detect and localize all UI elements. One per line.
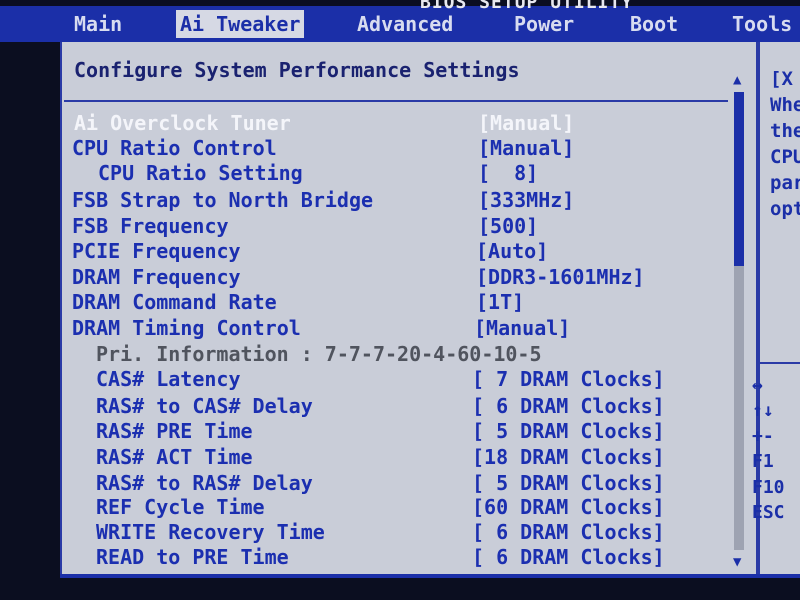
tab-power[interactable]: Power: [514, 10, 574, 38]
help-text-line: opt: [770, 198, 800, 220]
setting-label: READ to PRE Time: [96, 545, 289, 569]
setting-label: RAS# ACT Time: [96, 445, 253, 469]
setting-value[interactable]: [ 7 DRAM Clocks]: [472, 367, 665, 391]
scroll-up-arrow-icon[interactable]: ▲: [733, 72, 741, 88]
setting-label: FSB Strap to North Bridge: [72, 188, 374, 212]
setting-value[interactable]: [60 DRAM Clocks]: [472, 495, 665, 519]
setting-value[interactable]: [ 6 DRAM Clocks]: [472, 394, 665, 418]
setting-value[interactable]: [Auto]: [476, 239, 548, 263]
setting-label: RAS# PRE Time: [96, 419, 253, 443]
setting-label: CPU Ratio Setting: [98, 161, 303, 185]
setting-value[interactable]: [ 5 DRAM Clocks]: [472, 419, 665, 443]
key-f10: F10: [752, 477, 785, 498]
info-text: Pri. Information : 7-7-7-20-4-60-10-5: [96, 342, 542, 366]
setting-value[interactable]: [Manual]: [474, 316, 570, 340]
screen-bezel-top: [0, 0, 800, 6]
help-divider: [758, 362, 800, 364]
setting-label: RAS# to CAS# Delay: [96, 394, 313, 418]
section-title: Configure System Performance Settings: [74, 58, 520, 82]
setting-label: FSB Frequency: [72, 214, 229, 238]
screen-bezel-bottom: [0, 578, 800, 600]
screen-bezel-left: [0, 42, 60, 600]
setting-label: Ai Overclock Tuner: [74, 111, 291, 135]
help-text-line: par: [770, 172, 800, 194]
key-select-item-icon: ↑↓: [752, 400, 774, 421]
setting-value[interactable]: [ 5 DRAM Clocks]: [472, 471, 665, 495]
setting-label: CAS# Latency: [96, 367, 241, 391]
help-text-line: [X: [770, 68, 793, 90]
setting-value[interactable]: [DDR3-1601MHz]: [476, 265, 645, 289]
utility-title: BIOS SETUP UTILITY: [420, 0, 634, 13]
setting-label: DRAM Timing Control: [72, 316, 301, 340]
setting-value[interactable]: [500]: [478, 214, 538, 238]
setting-value[interactable]: [333MHz]: [478, 188, 574, 212]
tab-tools[interactable]: Tools: [732, 10, 792, 38]
tab-advanced[interactable]: Advanced: [357, 10, 453, 38]
setting-label: WRITE Recovery Time: [96, 520, 325, 544]
scroll-down-arrow-icon[interactable]: ▼: [733, 554, 741, 570]
tab-boot[interactable]: Boot: [630, 10, 678, 38]
setting-value[interactable]: [1T]: [476, 290, 524, 314]
bios-screen: Main Ai Tweaker Advanced Power Boot Tool…: [0, 0, 800, 600]
setting-label: DRAM Command Rate: [72, 290, 277, 314]
tab-main[interactable]: Main: [74, 10, 122, 38]
key-f1: F1: [752, 451, 774, 472]
key-esc: ESC: [752, 502, 785, 523]
help-text-line: the: [770, 120, 800, 142]
setting-label: PCIE Frequency: [72, 239, 241, 263]
section-divider: [64, 100, 728, 102]
help-panel-divider: [756, 42, 758, 582]
setting-label: REF Cycle Time: [96, 495, 265, 519]
key-change-option-icon: +-: [752, 426, 774, 447]
setting-value[interactable]: [Manual]: [478, 111, 574, 135]
setting-label: DRAM Frequency: [72, 265, 241, 289]
setting-label: CPU Ratio Control: [72, 136, 277, 160]
tab-ai-tweaker[interactable]: Ai Tweaker: [176, 10, 305, 38]
setting-value[interactable]: [ 6 DRAM Clocks]: [472, 545, 665, 569]
key-select-screen-icon: ↔: [752, 375, 763, 396]
setting-value[interactable]: [ 8]: [478, 161, 538, 185]
setting-value[interactable]: [Manual]: [478, 136, 574, 160]
scrollbar-thumb[interactable]: [734, 92, 744, 266]
help-text-line: CPU: [770, 146, 800, 168]
help-text-line: Whe: [770, 94, 800, 116]
setting-value[interactable]: [ 6 DRAM Clocks]: [472, 520, 665, 544]
setting-value[interactable]: [18 DRAM Clocks]: [472, 445, 665, 469]
menu-bar: Main Ai Tweaker Advanced Power Boot Tool…: [0, 4, 800, 42]
setting-label: RAS# to RAS# Delay: [96, 471, 313, 495]
